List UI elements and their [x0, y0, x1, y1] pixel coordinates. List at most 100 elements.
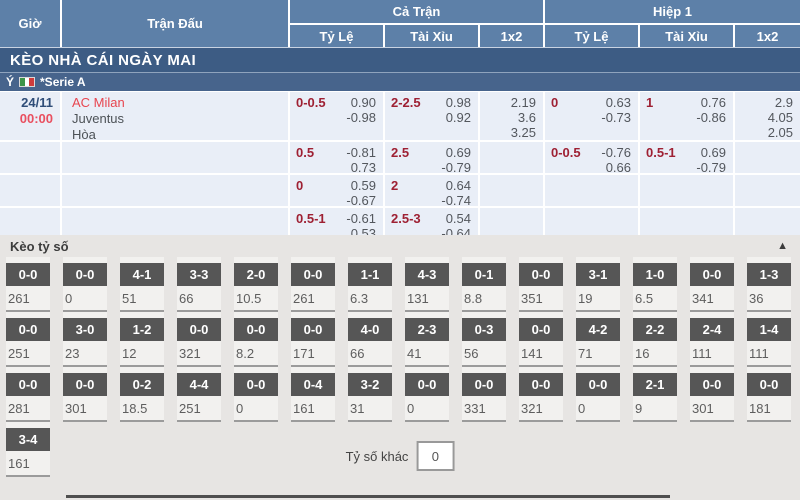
score-odds: 23: [63, 341, 107, 361]
score-cell[interactable]: 0-00: [576, 367, 620, 422]
match-cell[interactable]: AC MilanJuventusHòa: [62, 92, 288, 140]
score-cell[interactable]: 0-0351: [519, 257, 563, 312]
league-row[interactable]: Ý *Serie A: [0, 72, 800, 91]
score-cell[interactable]: 3-4161: [6, 422, 50, 477]
score-odds: 111: [690, 341, 734, 361]
odds-cell-ft-overunder[interactable]: 20.64-0.74: [385, 175, 478, 206]
score-button: 0-0: [177, 318, 221, 341]
handicap-line: 2-2.5: [391, 95, 421, 110]
score-odds: 161: [291, 396, 335, 416]
match-time: 00:00: [0, 111, 53, 127]
score-cell[interactable]: 4-4251: [177, 367, 221, 422]
collapse-arrow-icon[interactable]: ▲: [777, 240, 788, 252]
odds-cell-ft-handicap[interactable]: 00.59-0.67: [290, 175, 383, 206]
odds-cell-ft-overunder[interactable]: 2.50.69-0.79: [385, 142, 478, 173]
odds-cell-ft-overunder[interactable]: 2-2.50.980.92: [385, 92, 478, 140]
odds-cell-h1-handicap[interactable]: 0-0.5-0.760.66: [545, 142, 638, 173]
score-cell[interactable]: 0-0171: [291, 312, 335, 367]
score-cell[interactable]: 0-0281: [6, 367, 50, 422]
score-cell[interactable]: 1-212: [120, 312, 164, 367]
score-cell[interactable]: 0-0321: [519, 367, 563, 422]
score-cell[interactable]: 0-356: [462, 312, 506, 367]
score-cell[interactable]: 4-271: [576, 312, 620, 367]
betting-odds-page: Giờ Trận Đấu Cả Trận Hiệp 1 Tỷ Lệ Tài Xỉ…: [0, 0, 800, 500]
score-cell[interactable]: 0-0341: [690, 257, 734, 312]
score-button: 0-0: [519, 318, 563, 341]
score-button: 0-0: [690, 373, 734, 396]
score-cell[interactable]: 0-08.2: [234, 312, 278, 367]
score-cell[interactable]: 2-341: [405, 312, 449, 367]
score-cell[interactable]: 1-4111: [747, 312, 791, 367]
score-cell[interactable]: 3-366: [177, 257, 221, 312]
odds-cell-h1-1x2[interactable]: 2.94.052.05: [735, 92, 800, 140]
score-cell[interactable]: 4-151: [120, 257, 164, 312]
score-cell[interactable]: 3-119: [576, 257, 620, 312]
score-odds: 9: [633, 396, 677, 416]
other-score-input[interactable]: 0: [416, 441, 454, 471]
odds-cell-ft-handicap[interactable]: 0.5-1-0.610.53: [290, 208, 383, 237]
odds-cell-h1-overunder[interactable]: 10.76-0.86: [640, 92, 733, 140]
score-cell[interactable]: 0-0261: [291, 257, 335, 312]
score-cell[interactable]: 3-231: [348, 367, 392, 422]
score-cell[interactable]: 1-16.3: [348, 257, 392, 312]
odds-1x2-value[interactable]: 2.05: [735, 125, 793, 140]
score-cell[interactable]: 0-0331: [462, 367, 506, 422]
score-cell[interactable]: 2-4111: [690, 312, 734, 367]
odds-1x2-value[interactable]: 4.05: [735, 110, 793, 125]
odds-cell-ft-overunder[interactable]: 2.5-30.54-0.64: [385, 208, 478, 237]
score-cell[interactable]: 0-0261: [6, 257, 50, 312]
page-title: KÈO NHÀ CÁI NGÀY MAI: [10, 52, 196, 69]
score-cell[interactable]: 3-023: [63, 312, 107, 367]
score-cell[interactable]: 0-0251: [6, 312, 50, 367]
score-odds: 66: [348, 341, 392, 361]
handicap-line: 0-0.5: [296, 95, 326, 110]
h-scrollbar-thumb[interactable]: [66, 495, 670, 498]
score-cell[interactable]: 0-18.8: [462, 257, 506, 312]
h-scrollbar[interactable]: [0, 493, 800, 499]
score-cell[interactable]: 0-00: [405, 367, 449, 422]
score-button: 3-2: [348, 373, 392, 396]
header-sub-overunder-full: Tài Xỉu: [385, 25, 478, 47]
odds-1x2-value[interactable]: 3.6: [480, 110, 536, 125]
header-sub-1x2-h1: 1x2: [735, 25, 800, 47]
score-odds: 0: [234, 396, 278, 416]
header-sub-handicap-h1: Tỷ Lệ: [545, 25, 638, 47]
score-cell[interactable]: 4-066: [348, 312, 392, 367]
odds-1x2-value[interactable]: 3.25: [480, 125, 536, 140]
score-button: 1-4: [747, 318, 791, 341]
score-cell[interactable]: 0-00: [63, 257, 107, 312]
score-cell[interactable]: 2-010.5: [234, 257, 278, 312]
score-cell[interactable]: 2-216: [633, 312, 677, 367]
score-cell[interactable]: 0-0141: [519, 312, 563, 367]
odds-cell-ft-handicap[interactable]: 0-0.50.90-0.98: [290, 92, 383, 140]
score-cell[interactable]: 1-06.5: [633, 257, 677, 312]
odds-cell-ft-1x2[interactable]: 2.193.63.25: [480, 92, 543, 140]
score-odds: 18.5: [120, 396, 164, 416]
odds-1x2-value[interactable]: 2.9: [735, 95, 793, 110]
score-cell[interactable]: 2-19: [633, 367, 677, 422]
odds-cell-h1-overunder[interactable]: 0.5-10.69-0.79: [640, 142, 733, 173]
score-cell[interactable]: 0-4161: [291, 367, 335, 422]
score-odds: 321: [519, 396, 563, 416]
score-cell[interactable]: 0-0321: [177, 312, 221, 367]
score-button: 0-0: [462, 373, 506, 396]
score-button: 0-0: [519, 263, 563, 286]
score-cell[interactable]: 1-336: [747, 257, 791, 312]
score-button: 4-3: [405, 263, 449, 286]
score-cell[interactable]: 0-0301: [63, 367, 107, 422]
odds-cell-h1-handicap[interactable]: 00.63-0.73: [545, 92, 638, 140]
away-team: Juventus: [72, 111, 288, 127]
score-cell[interactable]: 0-00: [234, 367, 278, 422]
score-odds: 6.5: [633, 286, 677, 306]
score-cell[interactable]: 0-0181: [747, 367, 791, 422]
odds-value-top: -0.61: [346, 211, 376, 226]
odds-value-top: 0.90: [346, 95, 376, 110]
score-odds: 251: [6, 341, 50, 361]
score-cell[interactable]: 0-0301: [690, 367, 734, 422]
score-cell[interactable]: 4-3131: [405, 257, 449, 312]
score-cell[interactable]: 0-218.5: [120, 367, 164, 422]
odds-cell-ft-handicap[interactable]: 0.5-0.810.73: [290, 142, 383, 173]
odds-cell-h1-overunder: [640, 175, 733, 206]
odds-1x2-value[interactable]: 2.19: [480, 95, 536, 110]
score-section-header[interactable]: Kèo tỷ số ▲: [0, 235, 800, 257]
